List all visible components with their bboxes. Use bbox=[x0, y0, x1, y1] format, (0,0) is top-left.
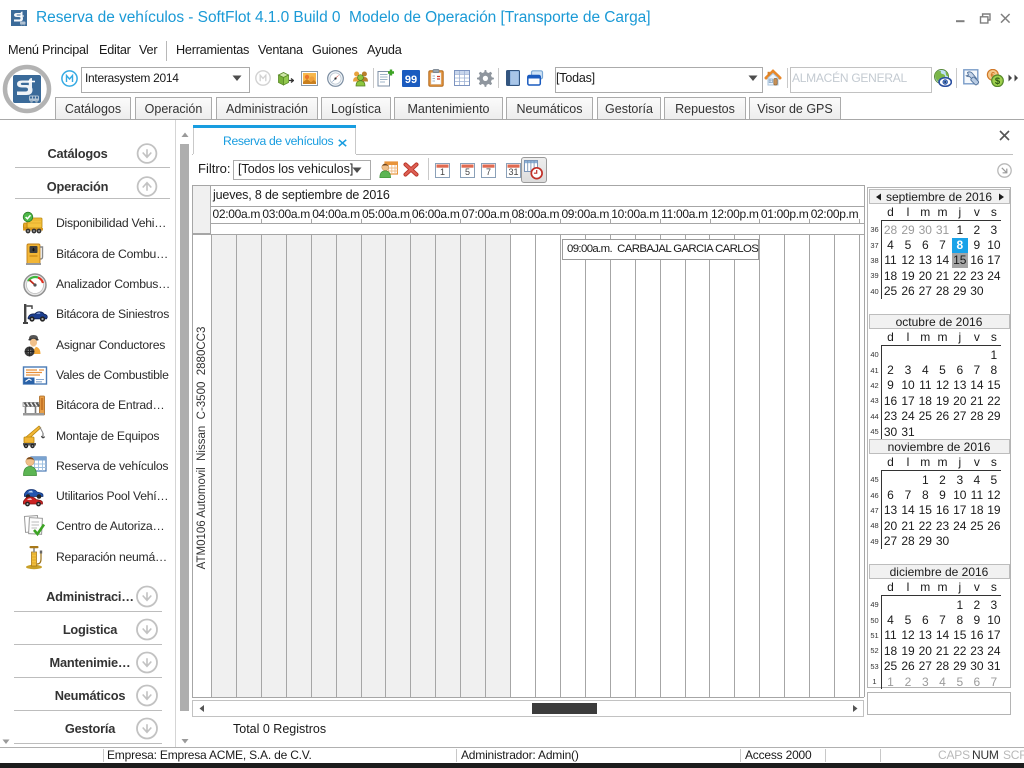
svg-text:5: 5 bbox=[465, 167, 470, 177]
svg-text:31: 31 bbox=[508, 167, 518, 177]
svg-text:7: 7 bbox=[486, 167, 491, 177]
svg-text:$: $ bbox=[995, 76, 1001, 87]
svg-text:99: 99 bbox=[405, 74, 417, 86]
svg-text:1: 1 bbox=[440, 167, 445, 177]
